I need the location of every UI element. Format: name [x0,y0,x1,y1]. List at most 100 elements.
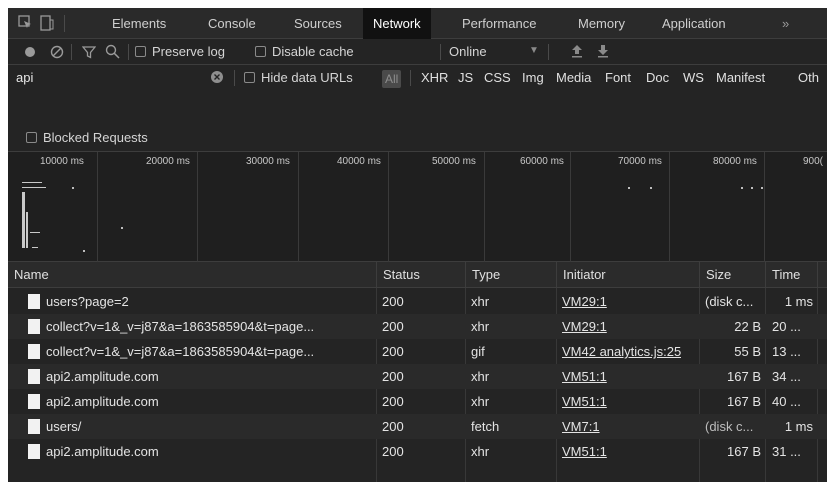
request-type: gif [471,344,485,359]
tab-performance[interactable]: Performance [454,8,544,39]
request-name: users/ [46,419,82,434]
device-toolbar-icon[interactable] [40,15,54,34]
tab-console[interactable]: Console [200,8,264,39]
request-initiator-link[interactable]: VM51:1 [562,439,607,464]
request-time: 31 ... [772,444,801,459]
request-name: api2.amplitude.com [46,394,159,409]
timeline-overview[interactable]: 10000 ms 20000 ms 30000 ms 40000 ms 5000… [8,152,827,262]
filter-all-button[interactable]: All [382,70,402,88]
column-header-size[interactable]: Size [699,262,765,288]
timeline-bar [22,187,46,188]
disable-cache-checkbox[interactable]: Disable cache [255,44,354,59]
request-status: 200 [382,294,404,309]
filter-js[interactable]: JS [458,65,473,91]
request-size: 167 B [727,394,761,409]
document-icon [28,319,40,334]
tab-memory[interactable]: Memory [570,8,633,39]
throttling-value: Online [449,44,487,59]
record-icon[interactable] [24,46,36,61]
filter-input[interactable]: api [16,70,33,85]
timeline-bar [22,192,25,248]
filter-font[interactable]: Font [605,65,631,91]
inspect-element-icon[interactable] [18,15,32,32]
request-type: xhr [471,319,490,334]
column-header-time[interactable]: Time [765,262,817,288]
divider [410,70,411,86]
table-row[interactable]: api2.amplitude.com 200 xhr VM51:1 167 B … [8,364,827,389]
filter-css[interactable]: CSS [484,65,511,91]
timeline-tick: 80000 ms [713,156,757,167]
timeline-bar [30,232,40,233]
filter-ws[interactable]: WS [683,65,704,91]
request-initiator-link[interactable]: VM42 analytics.js:25 [562,339,681,364]
request-type: xhr [471,394,490,409]
tab-network[interactable]: Network [363,8,431,39]
search-icon[interactable] [105,44,120,62]
request-initiator-link[interactable]: VM29:1 [562,289,607,314]
more-tabs-button[interactable]: » [774,8,797,39]
blocked-requests-label: Blocked Requests [43,130,148,145]
filter-img[interactable]: Img [522,65,544,91]
clear-icon[interactable] [50,45,64,62]
table-row[interactable]: collect?v=1&_v=j87&a=1863585904&t=page..… [8,314,827,339]
timeline-tick: 60000 ms [520,156,564,167]
preserve-log-checkbox[interactable]: Preserve log [135,44,225,59]
request-time: 1 ms [784,419,813,434]
filter-doc[interactable]: Doc [646,65,669,91]
blocked-requests-bar: Blocked Requests [8,123,827,152]
filter-media[interactable]: Media [556,65,591,91]
network-toolbar: Preserve log Disable cache Online ▼ [8,39,827,65]
column-header-type[interactable]: Type [465,262,556,288]
tab-application[interactable]: Application [654,8,734,39]
table-row[interactable]: collect?v=1&_v=j87&a=1863585904&t=page..… [8,339,827,364]
request-name: api2.amplitude.com [46,369,159,384]
table-row[interactable]: api2.amplitude.com 200 xhr VM51:1 167 B … [8,439,827,464]
request-time: 20 ... [772,319,801,334]
timeline-dot [72,187,74,189]
request-name: collect?v=1&_v=j87&a=1863585904&t=page..… [46,319,315,334]
tab-sources[interactable]: Sources [286,8,350,39]
column-header-name[interactable]: Name [8,262,376,288]
timeline-dot [121,227,123,229]
table-row[interactable]: users?page=2 200 xhr VM29:1 (disk c... 1… [8,289,827,314]
timeline-tick: 40000 ms [337,156,381,167]
request-status: 200 [382,319,404,334]
table-row[interactable]: users/ 200 fetch VM7:1 (disk c... 1 ms [8,414,827,439]
blocked-requests-checkbox[interactable]: Blocked Requests [26,130,148,145]
timeline-dot [83,250,85,252]
request-status: 200 [382,394,404,409]
timeline-tick: 50000 ms [432,156,476,167]
filter-other[interactable]: Oth [798,65,819,91]
request-initiator-link[interactable]: VM51:1 [562,364,607,389]
chevron-down-icon[interactable]: ▼ [529,45,539,56]
request-time: 1 ms [784,294,813,309]
hide-data-urls-checkbox[interactable]: Hide data URLs [244,70,353,85]
tab-elements[interactable]: Elements [104,8,174,39]
preserve-log-label: Preserve log [152,44,225,59]
filter-manifest[interactable]: Manifest [716,65,765,91]
timeline-dot [761,187,763,189]
document-icon [28,394,40,409]
column-header-waterfall[interactable] [817,262,827,288]
request-initiator-link[interactable]: VM29:1 [562,314,607,339]
request-status: 200 [382,344,404,359]
clear-filter-icon[interactable] [211,71,223,86]
timeline-bar [32,247,38,248]
request-type: xhr [471,444,490,459]
column-header-initiator[interactable]: Initiator [556,262,699,288]
export-har-icon[interactable] [597,44,609,61]
request-initiator-link[interactable]: VM7:1 [562,414,600,439]
document-icon [28,344,40,359]
request-name: users?page=2 [46,294,129,309]
timeline-bar [26,212,28,248]
table-row[interactable]: api2.amplitude.com 200 xhr VM51:1 167 B … [8,389,827,414]
request-name: collect?v=1&_v=j87&a=1863585904&t=page..… [46,344,315,359]
import-har-icon[interactable] [571,44,583,61]
filter-icon[interactable] [81,45,97,62]
timeline-tick: 900( [803,156,824,167]
filter-xhr[interactable]: XHR [421,65,448,91]
timeline-tick: 30000 ms [246,156,290,167]
request-initiator-link[interactable]: VM51:1 [562,389,607,414]
column-header-status[interactable]: Status [376,262,465,288]
throttling-select[interactable]: Online [449,44,487,59]
